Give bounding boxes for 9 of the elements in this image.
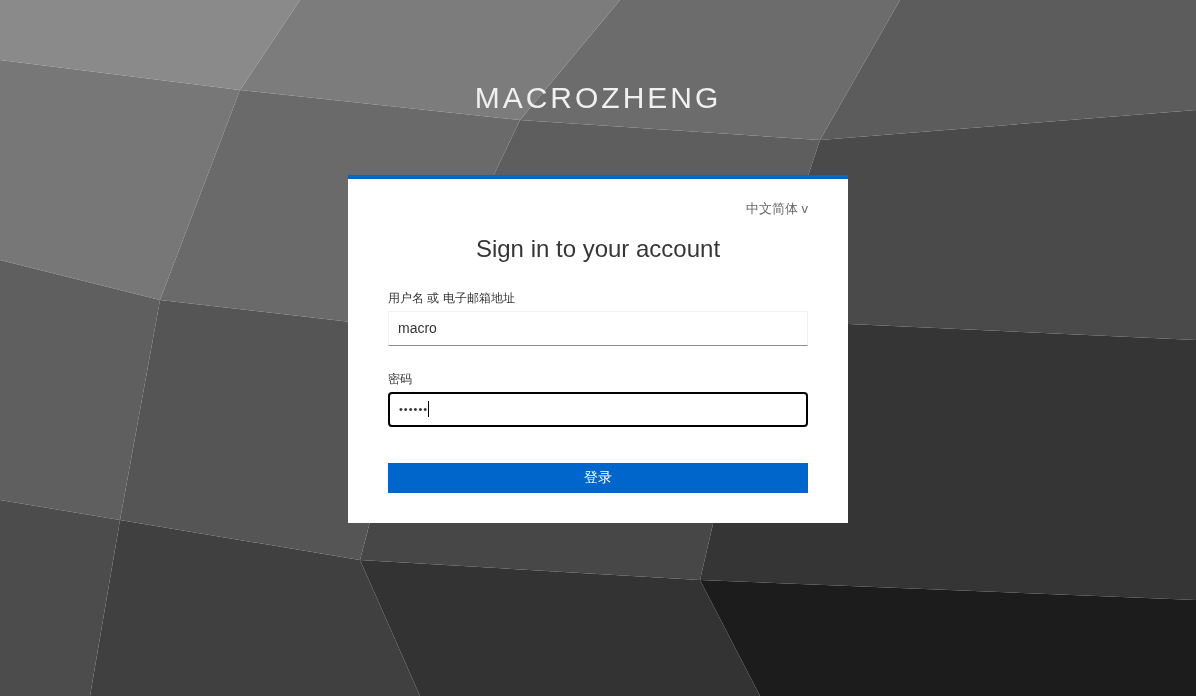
text-cursor xyxy=(428,401,430,417)
sign-in-heading: Sign in to your account xyxy=(475,233,721,264)
language-selector[interactable]: 中文简体 v xyxy=(745,199,808,219)
brand-title: MACROZHENG xyxy=(474,80,722,116)
field-label: 密码 xyxy=(388,370,413,388)
username-field[interactable]: macro xyxy=(388,310,808,346)
field-label: 用户名 或 电子邮箱地址 xyxy=(388,289,516,307)
login-button[interactable]: 登录 xyxy=(388,462,808,493)
password-field[interactable]: •••••• xyxy=(388,391,808,427)
